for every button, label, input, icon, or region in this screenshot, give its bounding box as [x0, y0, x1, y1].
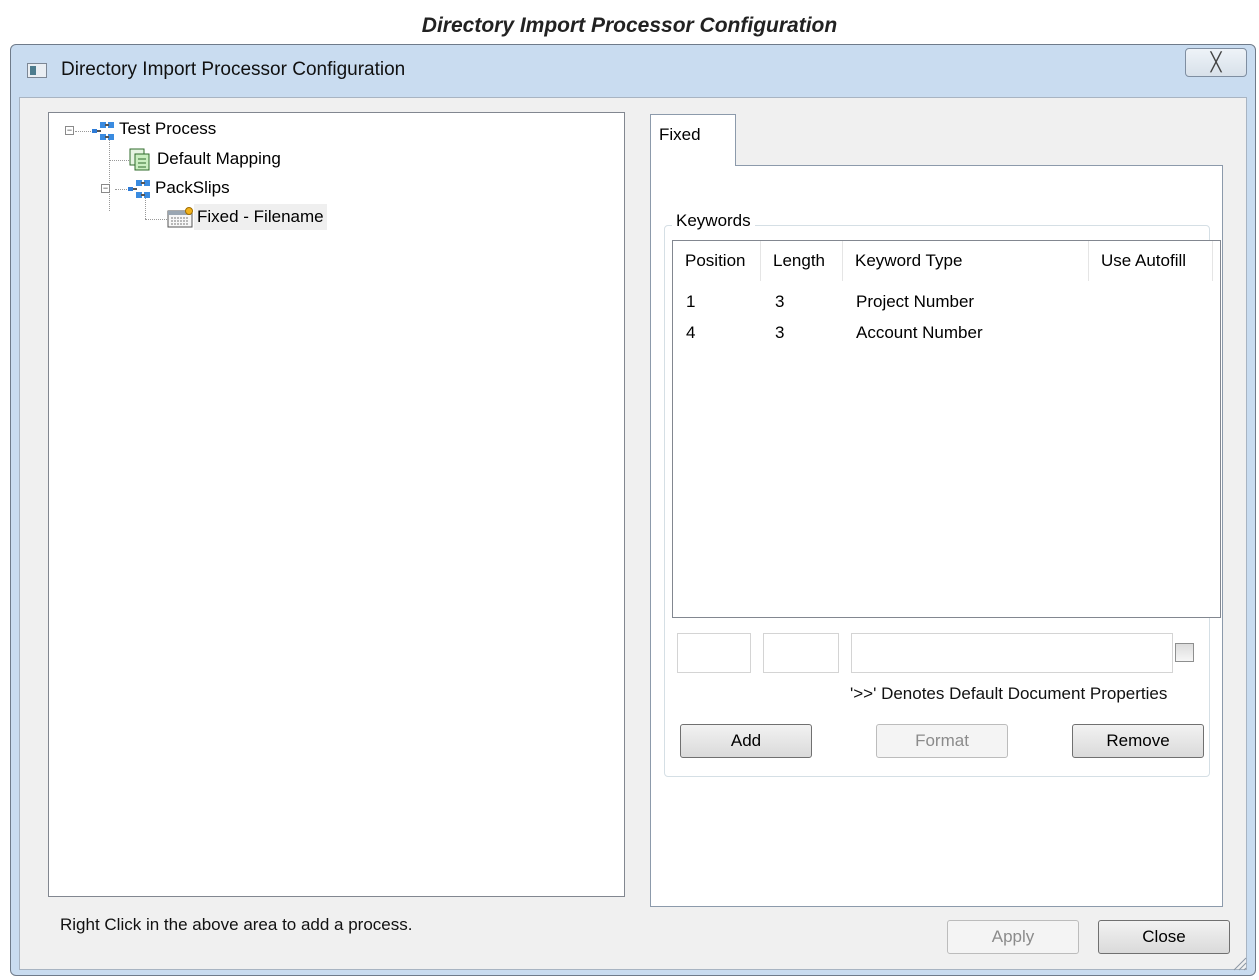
- cell-keyword-type: Project Number: [856, 292, 975, 311]
- process-icon: [128, 180, 150, 198]
- window-close-button[interactable]: ╳: [1185, 48, 1247, 77]
- tree-item-default-mapping[interactable]: Default Mapping: [157, 146, 281, 172]
- keyword-type-combo[interactable]: [851, 633, 1173, 673]
- use-autofill-checkbox[interactable]: [1175, 643, 1194, 662]
- default-properties-note: '>>' Denotes Default Document Properties: [850, 684, 1168, 703]
- tree-item-fixed-filename[interactable]: Fixed - Filename: [194, 204, 327, 230]
- remove-button[interactable]: Remove: [1072, 724, 1204, 758]
- column-header-length[interactable]: Length: [761, 241, 843, 281]
- position-input[interactable]: [677, 633, 751, 673]
- app-icon: [27, 63, 47, 78]
- process-icon: [92, 122, 114, 140]
- cell-length: 3: [775, 292, 785, 311]
- apply-button[interactable]: Apply: [947, 920, 1079, 954]
- table-row[interactable]: 1 3 Project Number: [673, 285, 1218, 315]
- keywords-group-label: Keywords: [672, 211, 755, 231]
- status-hint: Right Click in the above area to add a p…: [60, 915, 413, 934]
- tree-expander-packslips[interactable]: −: [101, 184, 110, 193]
- resize-grip-icon[interactable]: [1228, 952, 1248, 972]
- dialog-client-area: − Test Process Default Mapping − PackSli…: [19, 97, 1247, 970]
- cell-keyword-type: Account Number: [856, 323, 983, 342]
- column-header-keyword-type[interactable]: Keyword Type: [843, 241, 1089, 281]
- dialog-window: Directory Import Processor Configuration…: [10, 44, 1256, 976]
- column-header-use-autofill[interactable]: Use Autofill: [1089, 241, 1213, 281]
- close-button[interactable]: Close: [1098, 920, 1230, 954]
- tree-expander-test-process[interactable]: −: [65, 126, 74, 135]
- window-title: Directory Import Processor Configuration: [61, 59, 406, 80]
- keywords-list[interactable]: Position Length Keyword Type Use Autofil…: [672, 240, 1221, 618]
- title-bar[interactable]: Directory Import Processor Configuration…: [11, 45, 1255, 97]
- length-input[interactable]: [763, 633, 839, 673]
- cell-length: 3: [775, 323, 785, 342]
- format-button[interactable]: Format: [876, 724, 1008, 758]
- tab-fixed[interactable]: Fixed: [650, 114, 736, 166]
- cell-position: 4: [686, 323, 696, 342]
- add-button[interactable]: Add: [680, 724, 812, 758]
- tree-item-packslips[interactable]: PackSlips: [155, 175, 230, 201]
- column-header-position[interactable]: Position: [673, 241, 761, 281]
- page-caption: Directory Import Processor Configuration: [421, 14, 838, 37]
- table-row[interactable]: 4 3 Account Number: [673, 316, 1218, 346]
- cell-position: 1: [686, 292, 696, 311]
- fixed-filename-icon: [167, 207, 193, 228]
- tree-item-test-process[interactable]: Test Process: [119, 116, 216, 142]
- process-tree[interactable]: − Test Process Default Mapping − PackSli…: [48, 112, 625, 897]
- mapping-icon: [129, 148, 150, 171]
